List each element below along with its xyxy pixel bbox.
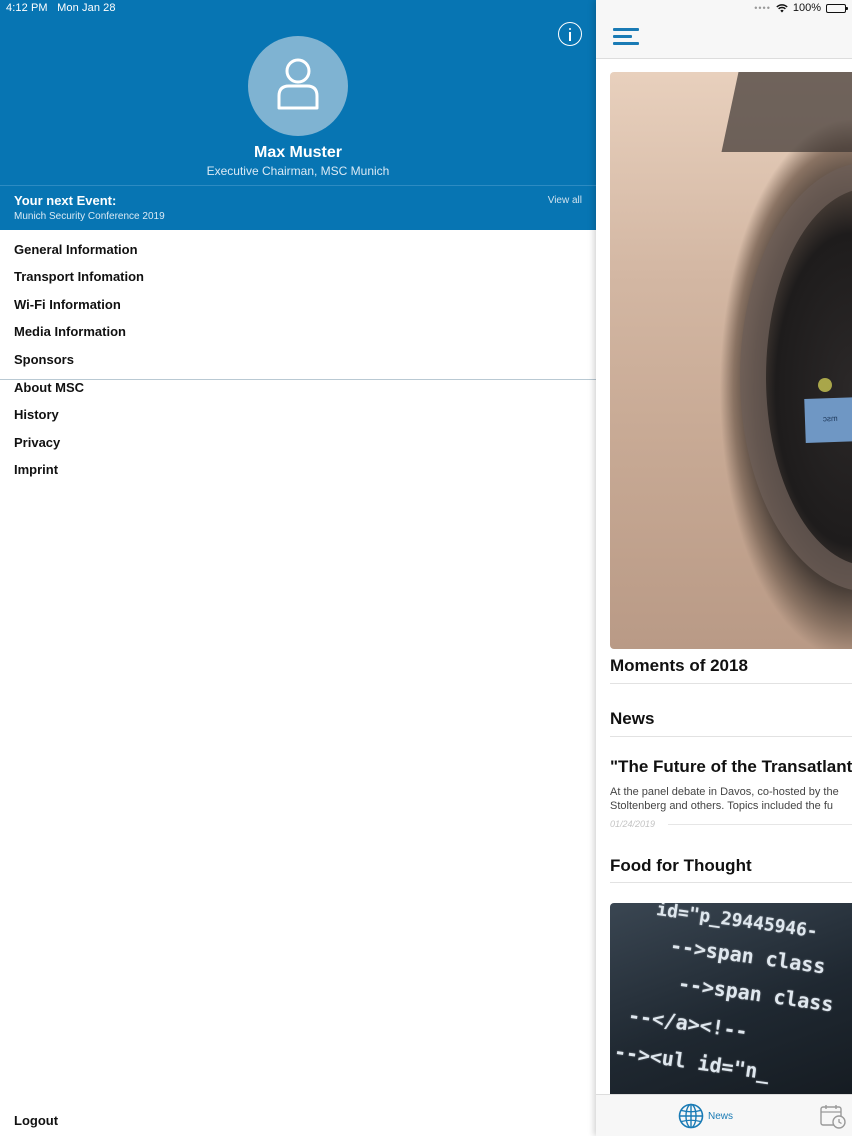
menu-item-media-information[interactable]: Media Information — [0, 318, 596, 345]
status-time: 4:12 PM — [6, 2, 48, 14]
menu-item-history[interactable]: History — [0, 401, 596, 428]
divider — [610, 882, 852, 883]
food-for-thought-heading: Food for Thought — [610, 856, 752, 875]
user-role: Executive Chairman, MSC Munich — [206, 164, 390, 178]
next-event-label: Your next Event: — [14, 193, 117, 208]
article-excerpt-line: At the panel debate in Davos, co-hosted … — [610, 786, 839, 798]
divider — [668, 824, 852, 825]
menu-section-about: About MSC History Privacy Imprint — [0, 374, 596, 484]
article-date: 01/24/2019 — [610, 819, 656, 829]
hero-title[interactable]: Moments of 2018 — [610, 656, 748, 676]
code-line: --><ul id="n_ — [612, 1039, 772, 1085]
hero-card: msc — [804, 396, 852, 444]
user-name: Max Muster — [253, 144, 343, 161]
hero-image[interactable]: msc — [610, 72, 852, 649]
menu-item-transport-information[interactable]: Transport Infomation — [0, 263, 596, 290]
main-content: msc Moments of 2018 News "The Future of … — [596, 0, 852, 1136]
view-all-link[interactable]: View all — [548, 195, 582, 206]
tab-schedule[interactable] — [820, 1104, 848, 1135]
status-bar-right: •••• 100% — [754, 2, 848, 14]
profile-header: Max Muster Executive Chairman, MSC Munic… — [0, 0, 596, 185]
status-date: Mon Jan 28 — [57, 2, 116, 14]
menu-item-imprint[interactable]: Imprint — [0, 456, 596, 483]
tab-news-label: News — [708, 1110, 734, 1122]
menu-section-event-info: General Information Transport Infomation… — [0, 236, 596, 380]
menu-item-general-information[interactable]: General Information — [0, 236, 596, 263]
info-icon[interactable] — [558, 22, 582, 46]
signal-icon: •••• — [754, 3, 771, 13]
tab-bar: News — [596, 1094, 852, 1136]
code-image[interactable]: id="p_29445946- -->span class -->span cl… — [610, 903, 852, 1103]
side-menu: Max Muster Executive Chairman, MSC Munic… — [0, 0, 596, 1136]
next-event-banner[interactable]: Your next Event: Munich Security Confere… — [0, 185, 596, 230]
battery-icon — [826, 3, 848, 13]
news-heading: News — [610, 709, 655, 728]
menu-item-privacy[interactable]: Privacy — [0, 429, 596, 456]
menu-item-about-msc[interactable]: About MSC — [0, 374, 596, 401]
divider — [610, 736, 852, 737]
code-line: --</a><!-- — [626, 1003, 750, 1044]
logout-button[interactable]: Logout — [14, 1113, 58, 1128]
menu-item-sponsors[interactable]: Sponsors — [0, 346, 596, 373]
avatar[interactable] — [248, 36, 348, 136]
battery-percent: 100% — [792, 2, 821, 14]
tab-news[interactable]: News — [678, 1103, 733, 1129]
wifi-icon — [776, 3, 788, 12]
user-icon — [277, 58, 319, 110]
divider — [610, 683, 852, 684]
article-excerpt: At the panel debate in Davos, co-hosted … — [610, 785, 852, 813]
hero-card-text: msc — [822, 413, 838, 424]
article-excerpt-line: Stoltenberg and others. Topics included … — [610, 800, 834, 812]
globe-icon — [678, 1103, 704, 1129]
next-event-name: Munich Security Conference 2019 — [14, 211, 165, 222]
status-bar-left: 4:12 PM Mon Jan 28 — [6, 2, 116, 14]
menu-item-wifi-information[interactable]: Wi-Fi Information — [0, 291, 596, 318]
code-line: -->span class — [676, 971, 836, 1017]
hamburger-menu-icon[interactable] — [613, 28, 639, 46]
article-title[interactable]: "The Future of the Transatlantic — [610, 757, 852, 777]
calendar-clock-icon — [820, 1105, 846, 1129]
